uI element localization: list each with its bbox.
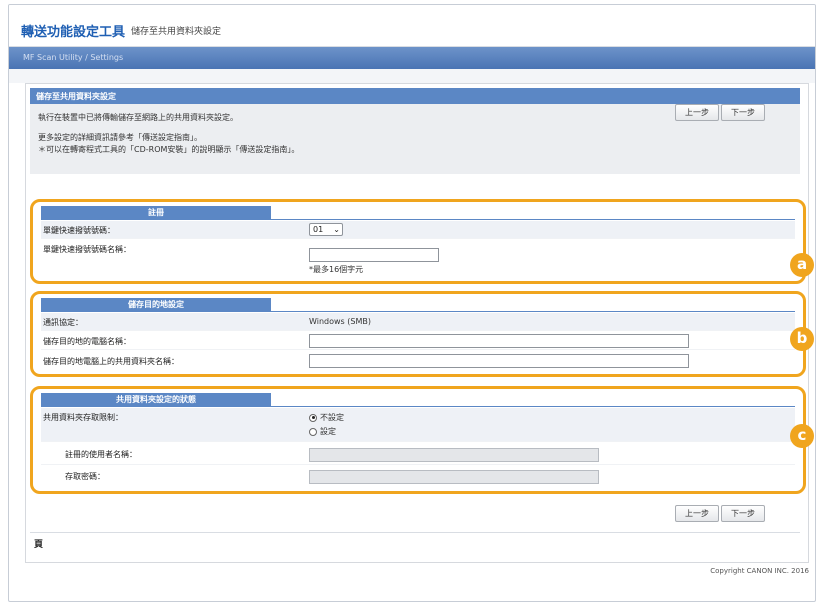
coded-dial-row: 單鍵快速撥號號碼： 01 ⌄	[41, 221, 795, 239]
divider	[41, 311, 795, 312]
username-label: 註冊的使用者名稱：	[65, 450, 137, 459]
description-line: 更多設定的詳細資訊請參考「傳送設定指南」。	[38, 133, 202, 142]
breadcrumb-bar: MF Scan Utility / Settings	[9, 47, 815, 69]
host-name-input[interactable]	[309, 334, 689, 348]
protocol-value: Windows (SMB)	[309, 317, 371, 326]
status-group-title: 共用資料夾設定的狀態	[41, 393, 271, 407]
page-end: 頁	[30, 532, 800, 556]
top-nav-buttons: 上一步 下一步	[675, 104, 765, 121]
coded-dial-name-label: 單鍵快速撥號號碼名稱：	[43, 245, 131, 254]
coded-dial-name-row: 單鍵快速撥號號碼名稱： *最多16個字元	[41, 240, 795, 276]
password-row: 存取密碼：	[41, 467, 795, 487]
divider	[41, 406, 795, 407]
radio-not-set-label: 不設定	[320, 413, 344, 422]
coded-dial-select[interactable]: 01 ⌄	[309, 223, 343, 236]
access-restriction-row: 共用資料夾存取限制： 不設定 設定	[41, 408, 795, 442]
next-button[interactable]: 下一步	[721, 505, 765, 522]
back-button[interactable]: 上一步	[675, 505, 719, 522]
radio-not-set[interactable]: 不設定	[309, 412, 344, 423]
app-title: 轉送功能設定工具	[21, 25, 126, 40]
divider	[41, 219, 795, 220]
host-name-row: 儲存目的地的電腦名稱：	[41, 332, 795, 350]
page-end-mark: 頁	[34, 540, 44, 550]
app-window: 轉送功能設定工具 儲存至共用資料夾設定 MF Scan Utility / Se…	[8, 4, 816, 602]
callout-badge-c: c	[790, 424, 814, 448]
chevron-down-icon: ⌄	[333, 225, 340, 234]
radio-set-label: 設定	[320, 427, 336, 436]
breadcrumb[interactable]: MF Scan Utility / Settings	[23, 53, 123, 62]
username-input[interactable]	[309, 448, 599, 462]
name-hint: *最多16個字元	[309, 265, 364, 274]
destination-group-title: 儲存目的地設定	[41, 298, 271, 312]
coded-dial-value: 01	[313, 225, 324, 234]
host-name-label: 儲存目的地的電腦名稱：	[43, 337, 131, 346]
register-group: 註冊 單鍵快速撥號號碼： 01 ⌄ 單鍵快速撥號號碼名稱： *最多16個字元	[30, 199, 806, 284]
shared-folder-status-group: 共用資料夾設定的狀態 共用資料夾存取限制： 不設定 設定 註冊的使用者名稱： 存…	[30, 386, 806, 494]
bottom-nav-buttons: 上一步 下一步	[675, 505, 765, 522]
radio-set[interactable]: 設定	[309, 426, 336, 437]
coded-dial-name-input[interactable]	[309, 248, 439, 262]
protocol-row: 通訊協定： Windows (SMB)	[41, 313, 795, 331]
callout-badge-b: b	[790, 327, 814, 351]
protocol-label: 通訊協定：	[43, 318, 83, 327]
access-restriction-label: 共用資料夾存取限制：	[43, 413, 123, 422]
password-label: 存取密碼：	[65, 472, 105, 481]
copyright: Copyright CANON INC. 2016	[710, 567, 809, 575]
app-header: 轉送功能設定工具 儲存至共用資料夾設定	[9, 5, 815, 47]
username-row: 註冊的使用者名稱：	[41, 445, 795, 465]
next-button[interactable]: 下一步	[721, 104, 765, 121]
top-spacer	[9, 69, 815, 83]
folder-name-row: 儲存目的地電腦上的共用資料夾名稱：	[41, 352, 795, 370]
register-group-title: 註冊	[41, 206, 271, 220]
destination-group: 儲存目的地設定 通訊協定： Windows (SMB) 儲存目的地的電腦名稱： …	[30, 291, 806, 377]
content-panel: 儲存至共用資料夾設定 執行在裝置中已將傳輸儲存至網路上的共用資料夾設定。 更多設…	[25, 83, 809, 563]
radio-button[interactable]	[309, 427, 317, 436]
password-input[interactable]	[309, 470, 599, 484]
section-banner: 儲存至共用資料夾設定	[30, 88, 800, 104]
back-button[interactable]: 上一步	[675, 104, 719, 121]
app-subtitle: 儲存至共用資料夾設定	[131, 27, 222, 37]
folder-name-input[interactable]	[309, 354, 689, 368]
description-line: ＊可以在轉寄程式工具的「CD-ROM安裝」的說明顯示「傳送設定指南」。	[38, 145, 300, 154]
radio-button-checked[interactable]	[309, 413, 317, 422]
folder-name-label: 儲存目的地電腦上的共用資料夾名稱：	[43, 357, 179, 366]
callout-badge-a: a	[790, 253, 814, 277]
coded-dial-label: 單鍵快速撥號號碼：	[43, 226, 115, 235]
